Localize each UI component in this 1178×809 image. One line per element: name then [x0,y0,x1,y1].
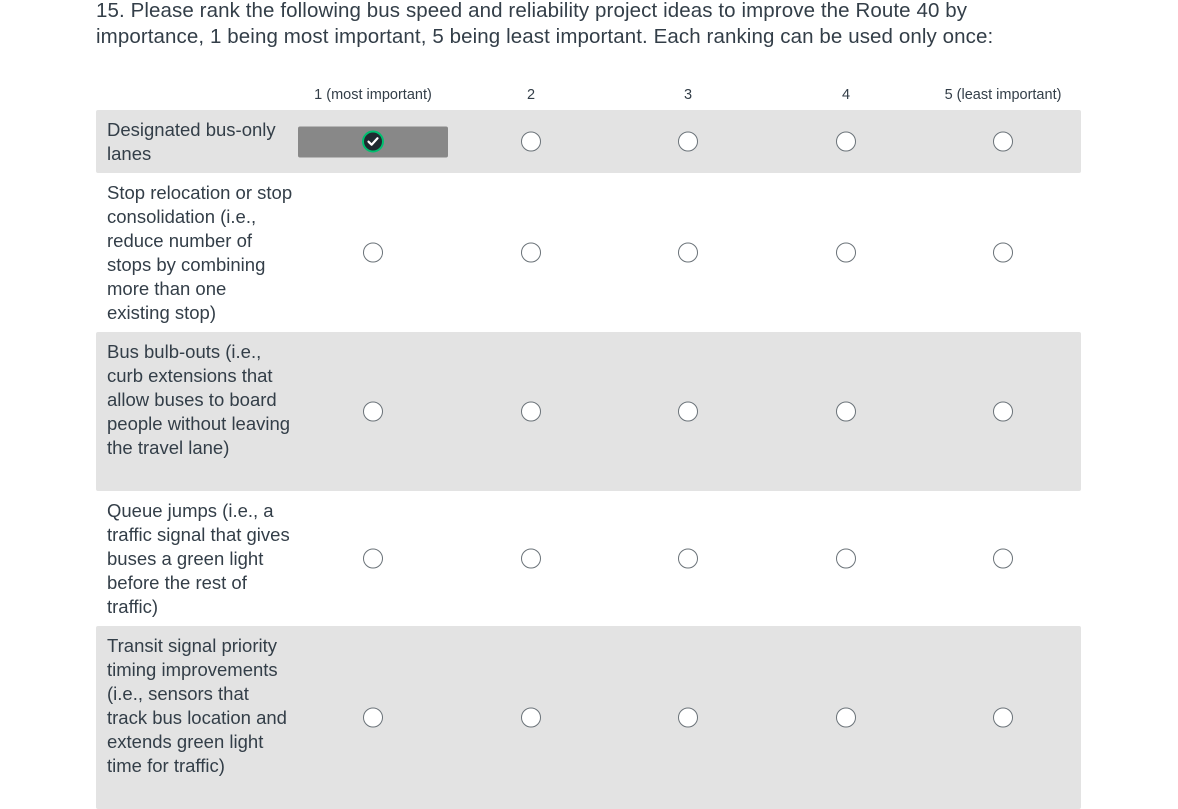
matrix-row-queue-jumps: Queue jumps (i.e., a traffic signal that… [96,491,1081,626]
row-label: Queue jumps (i.e., a traffic signal that… [107,500,290,617]
rank-4-cell[interactable] [771,702,921,733]
rank-3-radio[interactable] [678,131,698,152]
rank-1-cell[interactable] [298,237,448,268]
rank-3-cell[interactable] [613,126,763,157]
rank-4-cell[interactable] [771,126,921,157]
rank-5-radio[interactable] [993,548,1013,569]
matrix-row-bus-only-lanes: Designated bus-only lanes [96,110,1081,173]
rank-1-cell[interactable] [298,126,448,157]
rank-1-radio[interactable] [363,242,383,263]
rank-1-radio[interactable] [363,707,383,728]
rank-2-cell[interactable] [456,702,606,733]
rank-2-radio[interactable] [521,401,541,422]
rank-4-cell[interactable] [771,237,921,268]
column-header-4: 4 [841,87,851,103]
rank-2-cell[interactable] [456,237,606,268]
matrix-header: 1 (most important) 2 3 4 5 (least import… [96,84,1081,110]
rank-2-radio[interactable] [521,707,541,728]
rank-2-radio[interactable] [521,242,541,263]
rank-2-cell[interactable] [456,543,606,574]
rank-5-radio[interactable] [993,707,1013,728]
rank-3-radio[interactable] [678,401,698,422]
rank-3-cell[interactable] [613,396,763,427]
rank-1-radio-selected[interactable] [362,130,384,153]
rank-2-cell[interactable] [456,396,606,427]
rank-3-cell[interactable] [613,702,763,733]
column-header-5: 5 (least important) [944,87,1062,103]
rank-4-cell[interactable] [771,396,921,427]
rank-1-cell[interactable] [298,396,448,427]
rank-1-radio[interactable] [363,401,383,422]
matrix-row-bus-bulb-outs: Bus bulb-outs (i.e., curb extensions tha… [96,332,1081,491]
column-header-1: 1 (most important) [314,87,432,103]
rank-1-cell[interactable] [298,543,448,574]
row-label: Stop relocation or stop consolidation (i… [107,182,293,323]
rank-1-cell[interactable] [298,702,448,733]
column-header-3: 3 [683,87,693,103]
rank-3-cell[interactable] [613,237,763,268]
rank-1-radio[interactable] [363,548,383,569]
rank-4-radio[interactable] [836,707,856,728]
rank-3-cell[interactable] [613,543,763,574]
rank-5-cell[interactable] [928,396,1078,427]
rank-5-radio[interactable] [993,242,1013,263]
rank-5-cell[interactable] [928,702,1078,733]
rank-5-radio[interactable] [993,401,1013,422]
rank-3-radio[interactable] [678,242,698,263]
row-label: Designated bus-only lanes [107,119,276,164]
rank-5-cell[interactable] [928,237,1078,268]
ranking-matrix: 1 (most important) 2 3 4 5 (least import… [96,84,1081,809]
question-title: 15. Please rank the following bus speed … [96,0,994,48]
matrix-row-stop-relocation: Stop relocation or stop consolidation (i… [96,173,1081,332]
rank-5-radio[interactable] [993,131,1013,152]
rank-5-cell[interactable] [928,543,1078,574]
rank-2-radio[interactable] [521,131,541,152]
rank-4-cell[interactable] [771,543,921,574]
rank-2-radio[interactable] [521,548,541,569]
rank-4-radio[interactable] [836,548,856,569]
rank-3-radio[interactable] [678,707,698,728]
column-header-2: 2 [526,87,536,103]
rank-2-cell[interactable] [456,126,606,157]
row-label: Transit signal priority timing improveme… [107,635,287,776]
checkmark-icon [367,137,379,146]
rank-4-radio[interactable] [836,401,856,422]
matrix-row-transit-signal-priority: Transit signal priority timing improveme… [96,626,1081,809]
row-label: Bus bulb-outs (i.e., curb extensions tha… [107,341,291,458]
rank-4-radio[interactable] [836,131,856,152]
rank-4-radio[interactable] [836,242,856,263]
rank-5-cell[interactable] [928,126,1078,157]
rank-3-radio[interactable] [678,548,698,569]
